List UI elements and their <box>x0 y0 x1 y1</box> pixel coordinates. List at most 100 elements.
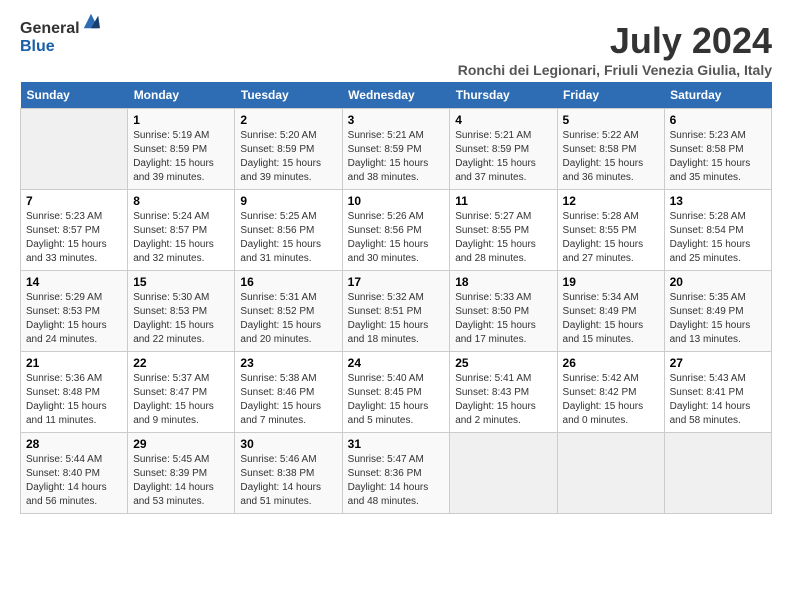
logo-blue: Blue <box>20 38 80 56</box>
location-subtitle: Ronchi dei Legionari, Friuli Venezia Giu… <box>458 62 772 78</box>
calendar-cell: 21 Sunrise: 5:36 AMSunset: 8:48 PMDayligh… <box>21 352 128 433</box>
day-number: 2 <box>240 113 336 127</box>
calendar-cell: 20Sunrise: 5:35 AMSunset: 8:49 PMDayligh… <box>664 271 771 352</box>
header-wednesday: Wednesday <box>342 82 450 109</box>
day-number: 1 <box>133 113 229 127</box>
calendar-cell <box>664 433 771 514</box>
calendar-cell <box>21 109 128 190</box>
logo-icon <box>82 12 100 30</box>
calendar-cell: 22 Sunrise: 5:37 AMSunset: 8:47 PMDayligh… <box>128 352 235 433</box>
day-number: 17 <box>348 275 445 289</box>
calendar-cell: 24 Sunrise: 5:40 AMSunset: 8:45 PMDayligh… <box>342 352 450 433</box>
calendar-cell: 4Sunrise: 5:21 AMSunset: 8:59 PMDaylight… <box>450 109 557 190</box>
header-friday: Friday <box>557 82 664 109</box>
header-tuesday: Tuesday <box>235 82 342 109</box>
cell-content: Sunrise: 5:32 AMSunset: 8:51 PMDaylight:… <box>348 291 445 347</box>
cell-content: Sunrise: 5:21 AMSunset: 8:59 PMDaylight:… <box>348 129 445 185</box>
calendar-cell: 30Sunrise: 5:46 AMSunset: 8:38 PMDayligh… <box>235 433 342 514</box>
cell-content: Sunrise: 5:24 AMSunset: 8:57 PMDaylight:… <box>133 210 229 266</box>
day-number: 22 <box>133 356 229 370</box>
day-number: 27 <box>670 356 766 370</box>
day-number: 14 <box>26 275 122 289</box>
calendar-cell: 7 Sunrise: 5:23 AMSunset: 8:57 PMDaylight… <box>21 190 128 271</box>
calendar-cell: 26 Sunrise: 5:42 AMSunset: 8:42 PMDayligh… <box>557 352 664 433</box>
header-sunday: Sunday <box>21 82 128 109</box>
cell-content: Sunrise: 5:44 AMSunset: 8:40 PMDaylight:… <box>26 453 122 509</box>
week-row-2: 7 Sunrise: 5:23 AMSunset: 8:57 PMDaylight… <box>21 190 772 271</box>
calendar-cell: 17 Sunrise: 5:32 AMSunset: 8:51 PMDayligh… <box>342 271 450 352</box>
header-thursday: Thursday <box>450 82 557 109</box>
month-title: July 2024 <box>458 20 772 62</box>
calendar-cell: 9Sunrise: 5:25 AMSunset: 8:56 PMDaylight… <box>235 190 342 271</box>
cell-content: Sunrise: 5:22 AMSunset: 8:58 PMDaylight:… <box>563 129 659 185</box>
day-number: 6 <box>670 113 766 127</box>
cell-content: Sunrise: 5:19 AMSunset: 8:59 PMDaylight:… <box>133 129 229 185</box>
cell-content: Sunrise: 5:31 AMSunset: 8:52 PMDaylight:… <box>240 291 336 347</box>
day-number: 21 <box>26 356 122 370</box>
calendar-cell: 2 Sunrise: 5:20 AMSunset: 8:59 PMDaylight… <box>235 109 342 190</box>
day-number: 24 <box>348 356 445 370</box>
calendar-cell: 27 Sunrise: 5:43 AMSunset: 8:41 PMDayligh… <box>664 352 771 433</box>
calendar-cell: 23 Sunrise: 5:38 AMSunset: 8:46 PMDayligh… <box>235 352 342 433</box>
calendar-cell: 14 Sunrise: 5:29 AMSunset: 8:53 PMDayligh… <box>21 271 128 352</box>
day-number: 29 <box>133 437 229 451</box>
cell-content: Sunrise: 5:36 AMSunset: 8:48 PMDaylight:… <box>26 372 122 428</box>
calendar-cell: 13Sunrise: 5:28 AMSunset: 8:54 PMDayligh… <box>664 190 771 271</box>
title-section: July 2024 Ronchi dei Legionari, Friuli V… <box>458 20 772 78</box>
cell-content: Sunrise: 5:20 AMSunset: 8:59 PMDaylight:… <box>240 129 336 185</box>
logo-general: General <box>20 20 80 38</box>
calendar-cell: 12 Sunrise: 5:28 AMSunset: 8:55 PMDayligh… <box>557 190 664 271</box>
calendar-cell: 18 Sunrise: 5:33 AMSunset: 8:50 PMDayligh… <box>450 271 557 352</box>
day-number: 16 <box>240 275 336 289</box>
cell-content: Sunrise: 5:28 AMSunset: 8:55 PMDaylight:… <box>563 210 659 266</box>
day-number: 19 <box>563 275 659 289</box>
week-row-5: 28 Sunrise: 5:44 AMSunset: 8:40 PMDayligh… <box>21 433 772 514</box>
calendar-cell <box>450 433 557 514</box>
calendar-cell: 31 Sunrise: 5:47 AMSunset: 8:36 PMDayligh… <box>342 433 450 514</box>
cell-content: Sunrise: 5:40 AMSunset: 8:45 PMDaylight:… <box>348 372 445 428</box>
day-number: 23 <box>240 356 336 370</box>
cell-content: Sunrise: 5:47 AMSunset: 8:36 PMDaylight:… <box>348 453 445 509</box>
calendar-cell: 11Sunrise: 5:27 AMSunset: 8:55 PMDayligh… <box>450 190 557 271</box>
day-number: 20 <box>670 275 766 289</box>
calendar-cell: 29 Sunrise: 5:45 AMSunset: 8:39 PMDayligh… <box>128 433 235 514</box>
calendar-cell: 10Sunrise: 5:26 AMSunset: 8:56 PMDayligh… <box>342 190 450 271</box>
cell-content: Sunrise: 5:25 AMSunset: 8:56 PMDaylight:… <box>240 210 336 266</box>
cell-content: Sunrise: 5:38 AMSunset: 8:46 PMDaylight:… <box>240 372 336 428</box>
day-number: 18 <box>455 275 551 289</box>
cell-content: Sunrise: 5:45 AMSunset: 8:39 PMDaylight:… <box>133 453 229 509</box>
header-row: SundayMondayTuesdayWednesdayThursdayFrid… <box>21 82 772 109</box>
day-number: 28 <box>26 437 122 451</box>
page-header: General Blue July 2024 Ronchi dei Legion… <box>20 20 772 78</box>
day-number: 15 <box>133 275 229 289</box>
day-number: 7 <box>26 194 122 208</box>
day-number: 4 <box>455 113 551 127</box>
calendar-cell: 15 Sunrise: 5:30 AMSunset: 8:53 PMDayligh… <box>128 271 235 352</box>
cell-content: Sunrise: 5:43 AMSunset: 8:41 PMDaylight:… <box>670 372 766 428</box>
logo: General Blue <box>20 20 100 55</box>
day-number: 11 <box>455 194 551 208</box>
header-monday: Monday <box>128 82 235 109</box>
cell-content: Sunrise: 5:23 AMSunset: 8:57 PMDaylight:… <box>26 210 122 266</box>
cell-content: Sunrise: 5:23 AMSunset: 8:58 PMDaylight:… <box>670 129 766 185</box>
cell-content: Sunrise: 5:29 AMSunset: 8:53 PMDaylight:… <box>26 291 122 347</box>
day-number: 30 <box>240 437 336 451</box>
calendar-cell: 1 Sunrise: 5:19 AMSunset: 8:59 PMDaylight… <box>128 109 235 190</box>
calendar-cell: 5 Sunrise: 5:22 AMSunset: 8:58 PMDaylight… <box>557 109 664 190</box>
calendar-cell: 6 Sunrise: 5:23 AMSunset: 8:58 PMDaylight… <box>664 109 771 190</box>
day-number: 31 <box>348 437 445 451</box>
day-number: 26 <box>563 356 659 370</box>
cell-content: Sunrise: 5:28 AMSunset: 8:54 PMDaylight:… <box>670 210 766 266</box>
cell-content: Sunrise: 5:30 AMSunset: 8:53 PMDaylight:… <box>133 291 229 347</box>
day-number: 5 <box>563 113 659 127</box>
cell-content: Sunrise: 5:34 AMSunset: 8:49 PMDaylight:… <box>563 291 659 347</box>
cell-content: Sunrise: 5:37 AMSunset: 8:47 PMDaylight:… <box>133 372 229 428</box>
calendar-cell <box>557 433 664 514</box>
cell-content: Sunrise: 5:33 AMSunset: 8:50 PMDaylight:… <box>455 291 551 347</box>
week-row-3: 14 Sunrise: 5:29 AMSunset: 8:53 PMDayligh… <box>21 271 772 352</box>
day-number: 12 <box>563 194 659 208</box>
header-saturday: Saturday <box>664 82 771 109</box>
cell-content: Sunrise: 5:42 AMSunset: 8:42 PMDaylight:… <box>563 372 659 428</box>
day-number: 8 <box>133 194 229 208</box>
calendar-cell: 28 Sunrise: 5:44 AMSunset: 8:40 PMDayligh… <box>21 433 128 514</box>
